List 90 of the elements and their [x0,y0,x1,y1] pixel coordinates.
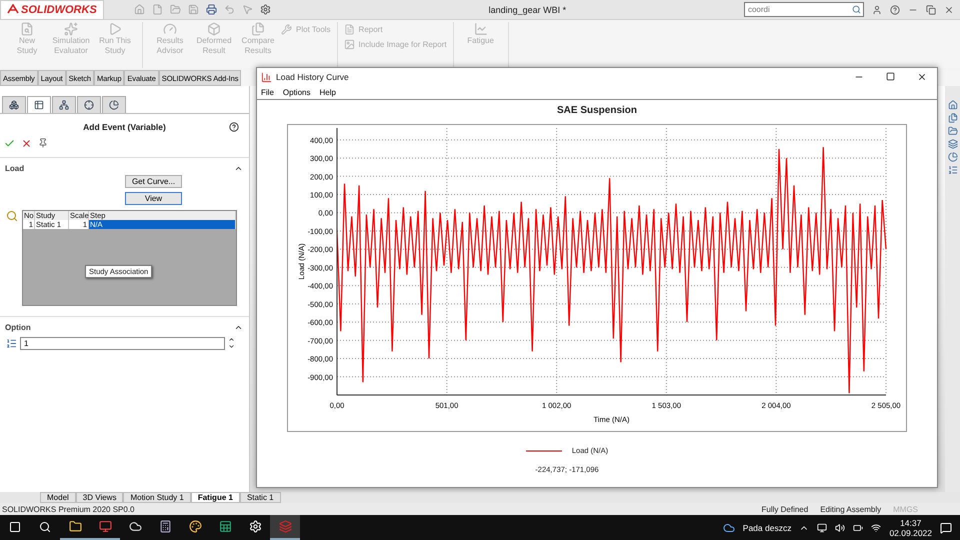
network-icon[interactable] [871,522,882,532]
notifications-icon[interactable] [940,522,952,534]
cloud-icon [128,520,142,533]
study-tab[interactable]: Static 1 [240,492,281,503]
calculator-icon [158,520,172,533]
study-tab[interactable]: 3D Views [76,492,124,503]
settings-icon[interactable] [260,4,271,15]
windows-icon [9,520,21,532]
help-icon[interactable] [890,4,900,14]
collapse-icon[interactable] [234,323,243,332]
table-icon [34,100,44,110]
battery-icon[interactable] [853,522,864,532]
section-heading: Option [5,323,31,332]
repeat-field[interactable]: 1 [20,336,225,350]
panel-title: Add Event (Variable) [83,122,166,132]
menu-item[interactable]: Help [319,88,336,97]
count-icon [6,338,17,348]
files-icon [251,22,265,36]
menu-item[interactable]: Options [282,88,310,97]
task-pane-icon[interactable] [948,100,958,110]
panel-tab[interactable] [27,96,51,113]
task-pane-icon[interactable] [948,113,958,123]
pie-chart-icon [109,100,119,110]
panel-button[interactable]: Get Curve... [125,175,182,188]
network-icon [59,100,69,110]
weather-icon[interactable] [722,522,735,534]
user-icon[interactable] [872,4,882,14]
panel-tab[interactable] [2,96,26,113]
panel-button[interactable]: View [125,192,182,205]
spreadsheet-icon [218,520,232,533]
search-icon[interactable] [6,210,18,222]
pin-icon[interactable] [38,138,48,148]
dialog-title: Load History Curve [276,72,349,82]
help-icon[interactable] [229,122,239,132]
settings-icon [248,520,262,533]
maximize-icon[interactable] [886,72,895,81]
search-field[interactable]: coordi [744,2,864,17]
clock-time[interactable]: 14:37 [900,518,922,528]
search-icon [39,520,51,532]
folder-icon [68,520,82,533]
collapse-icon[interactable] [234,164,243,173]
weather-text[interactable]: Pada deszcz [742,522,792,532]
restore-icon[interactable] [926,4,936,14]
document-icon [344,24,355,35]
volume-icon[interactable] [835,522,846,532]
cube-icon [207,22,221,36]
study-tab[interactable]: Motion Study 1 [123,492,191,503]
panel-tab[interactable] [102,96,126,113]
task-pane-icon[interactable] [948,152,958,162]
crosshair-icon [84,100,94,110]
close-icon[interactable] [917,72,927,82]
window-title: landing_gear WBI * [488,4,566,14]
task-pane-icon[interactable] [948,165,958,175]
spin-down-icon[interactable] [228,343,235,350]
print-icon[interactable] [206,4,217,15]
status-text: Fully Defined [762,504,808,514]
image-icon [344,39,355,50]
play-icon [108,22,122,36]
layers-icon [278,520,292,533]
study-tab[interactable]: Fatigue 1 [190,492,240,503]
palette-icon [188,520,202,533]
display-icon[interactable] [817,522,828,532]
cancel-icon[interactable] [21,138,32,149]
gauge-icon [163,22,177,36]
study-tab[interactable]: Model [40,492,76,503]
line-chart-icon [474,22,488,36]
section-heading: Load [5,164,24,173]
chart-title: SAE Suspension [556,105,637,116]
spin-up-icon[interactable] [228,336,235,343]
monitor-icon [98,520,112,533]
app-logo[interactable]: SOLIDWORKS [0,0,104,20]
boxes-icon [9,100,19,110]
task-pane-icon[interactable] [948,139,958,149]
magnifier-icon [20,22,34,36]
task-pane-icon[interactable] [948,126,958,136]
close-icon[interactable] [944,4,954,14]
menu-item[interactable]: File [261,88,274,97]
wrench-icon [281,24,292,35]
panel-tab[interactable] [52,96,76,113]
status-text: MMGS [893,504,918,514]
ok-icon[interactable] [4,138,15,149]
product-version: SOLIDWORKS Premium 2020 SP0.0 [2,504,134,514]
legend-line [526,448,562,452]
status-text: Editing Assembly [820,504,882,514]
panel-tab[interactable] [77,96,101,113]
search-icon[interactable] [852,5,861,14]
clock-date[interactable]: 02.09.2022 [889,528,932,538]
sparkle-icon [64,22,78,36]
app-icon [261,72,272,82]
logo-icon [7,4,19,15]
